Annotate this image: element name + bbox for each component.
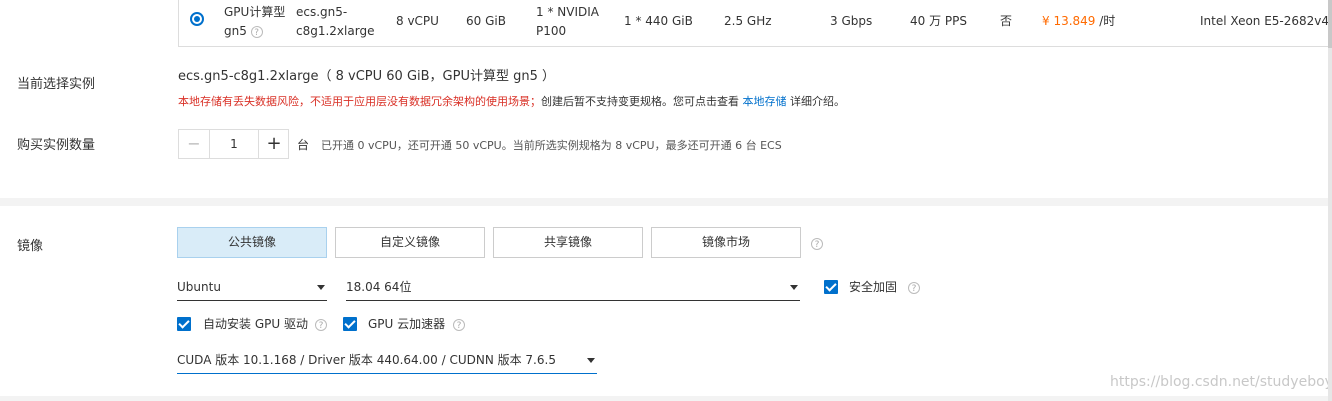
os-value: Ubuntu — [177, 280, 221, 294]
family-line1: GPU计算型 — [224, 5, 286, 19]
scrollbar-thumb[interactable] — [1328, 0, 1332, 48]
tab-custom-image[interactable]: 自定义镜像 — [335, 227, 485, 258]
vcpu-cell: 8 vCPU — [396, 14, 439, 28]
spec-line1: ecs.gn5- — [296, 5, 348, 19]
gpu-accelerator-help-icon[interactable]: ? — [453, 317, 465, 331]
price-value: ¥ 13.849 — [1042, 14, 1096, 28]
current-instance-label: 当前选择实例 — [17, 77, 96, 92]
spec-line2: c8g1.2xlarge — [296, 24, 375, 38]
quantity-input[interactable]: 1 — [209, 130, 259, 158]
chevron-down-icon — [317, 285, 325, 290]
gpu-driver-label: 自动安装 GPU 驱动 — [203, 317, 308, 331]
storage-note: 创建后暂不支持变更规格。您可点击查看 — [541, 95, 739, 108]
cuda-value: CUDA 版本 10.1.168 / Driver 版本 440.64.00 /… — [177, 353, 556, 367]
gpu-accelerator-checkbox[interactable] — [343, 317, 357, 331]
local-disk-cell: 1 * 440 GiB — [624, 14, 693, 28]
cuda-select[interactable]: CUDA 版本 10.1.168 / Driver 版本 440.64.00 /… — [177, 349, 597, 374]
current-instance-notice: 本地存储有丢失数据风险，不适用于应用层没有数据冗余架构的使用场景；创建后暂不支持… — [178, 93, 845, 110]
image-label: 镜像 — [17, 239, 44, 254]
security-label: 安全加固 — [849, 280, 898, 294]
help-icon[interactable]: ? — [250, 26, 263, 38]
chevron-down-icon — [587, 358, 595, 363]
gpu-driver-checkbox[interactable] — [177, 317, 191, 331]
version-value: 18.04 64位 — [346, 280, 412, 294]
processor-cell: Intel Xeon E5-2682v4 — [1200, 14, 1330, 28]
quantity-label: 购买实例数量 — [17, 138, 96, 153]
quantity-hint: 已开通 0 vCPU，还可开通 50 vCPU。当前所选实例规格为 8 vCPU… — [321, 139, 782, 152]
instance-panel: GPU计算型 gn5 ? ecs.gn5- c8g1.2xlarge 8 vCP… — [0, 0, 1332, 198]
clock-cell: 2.5 GHz — [724, 14, 772, 28]
instance-radio[interactable] — [190, 12, 204, 26]
scrollbar[interactable] — [1328, 0, 1332, 401]
version-select[interactable]: 18.04 64位 — [346, 276, 800, 301]
family-line2: gn5 ? — [224, 23, 263, 40]
tab-public-image[interactable]: 公共镜像 — [177, 227, 327, 258]
ipv6-cell: 否 — [1000, 14, 1013, 28]
tab-shared-image[interactable]: 共享镜像 — [493, 227, 643, 258]
local-storage-link[interactable]: 本地存储 — [743, 95, 787, 108]
os-select[interactable]: Ubuntu — [177, 276, 327, 301]
security-checkbox[interactable] — [824, 280, 838, 294]
gpu-accelerator-label: GPU 云加速器 — [368, 317, 446, 331]
tab-image-market[interactable]: 镜像市场 — [651, 227, 801, 258]
chevron-down-icon — [790, 285, 798, 290]
increment-button[interactable]: + — [259, 130, 289, 158]
price-unit: /时 — [1095, 14, 1116, 28]
security-help-icon[interactable]: ? — [908, 280, 920, 294]
memory-cell: 60 GiB — [466, 14, 506, 28]
watermark: https://blog.csdn.net/studyeboy — [1110, 374, 1332, 390]
quantity-unit: 台 — [297, 138, 310, 152]
quantity-stepper[interactable]: − 1 + — [178, 129, 289, 159]
pps-cell: 40 万 PPS — [910, 14, 967, 28]
image-help-icon[interactable]: ? — [811, 236, 823, 250]
decrement-button[interactable]: − — [179, 130, 209, 158]
current-instance-value: ecs.gn5-c8g1.2xlarge（ 8 vCPU 60 GiB，GPU计… — [178, 69, 556, 84]
bandwidth-cell: 3 Gbps — [830, 14, 873, 28]
gpu-driver-help-icon[interactable]: ? — [315, 317, 327, 331]
gpu-line2: P100 — [536, 24, 567, 38]
storage-warning: 本地存储有丢失数据风险，不适用于应用层没有数据冗余架构的使用场景； — [178, 95, 541, 108]
storage-note-tail: 详细介绍。 — [790, 95, 845, 108]
price-cell: ¥ 13.849 /时 — [1042, 13, 1115, 30]
gpu-line1: 1 * NVIDIA — [536, 5, 599, 19]
